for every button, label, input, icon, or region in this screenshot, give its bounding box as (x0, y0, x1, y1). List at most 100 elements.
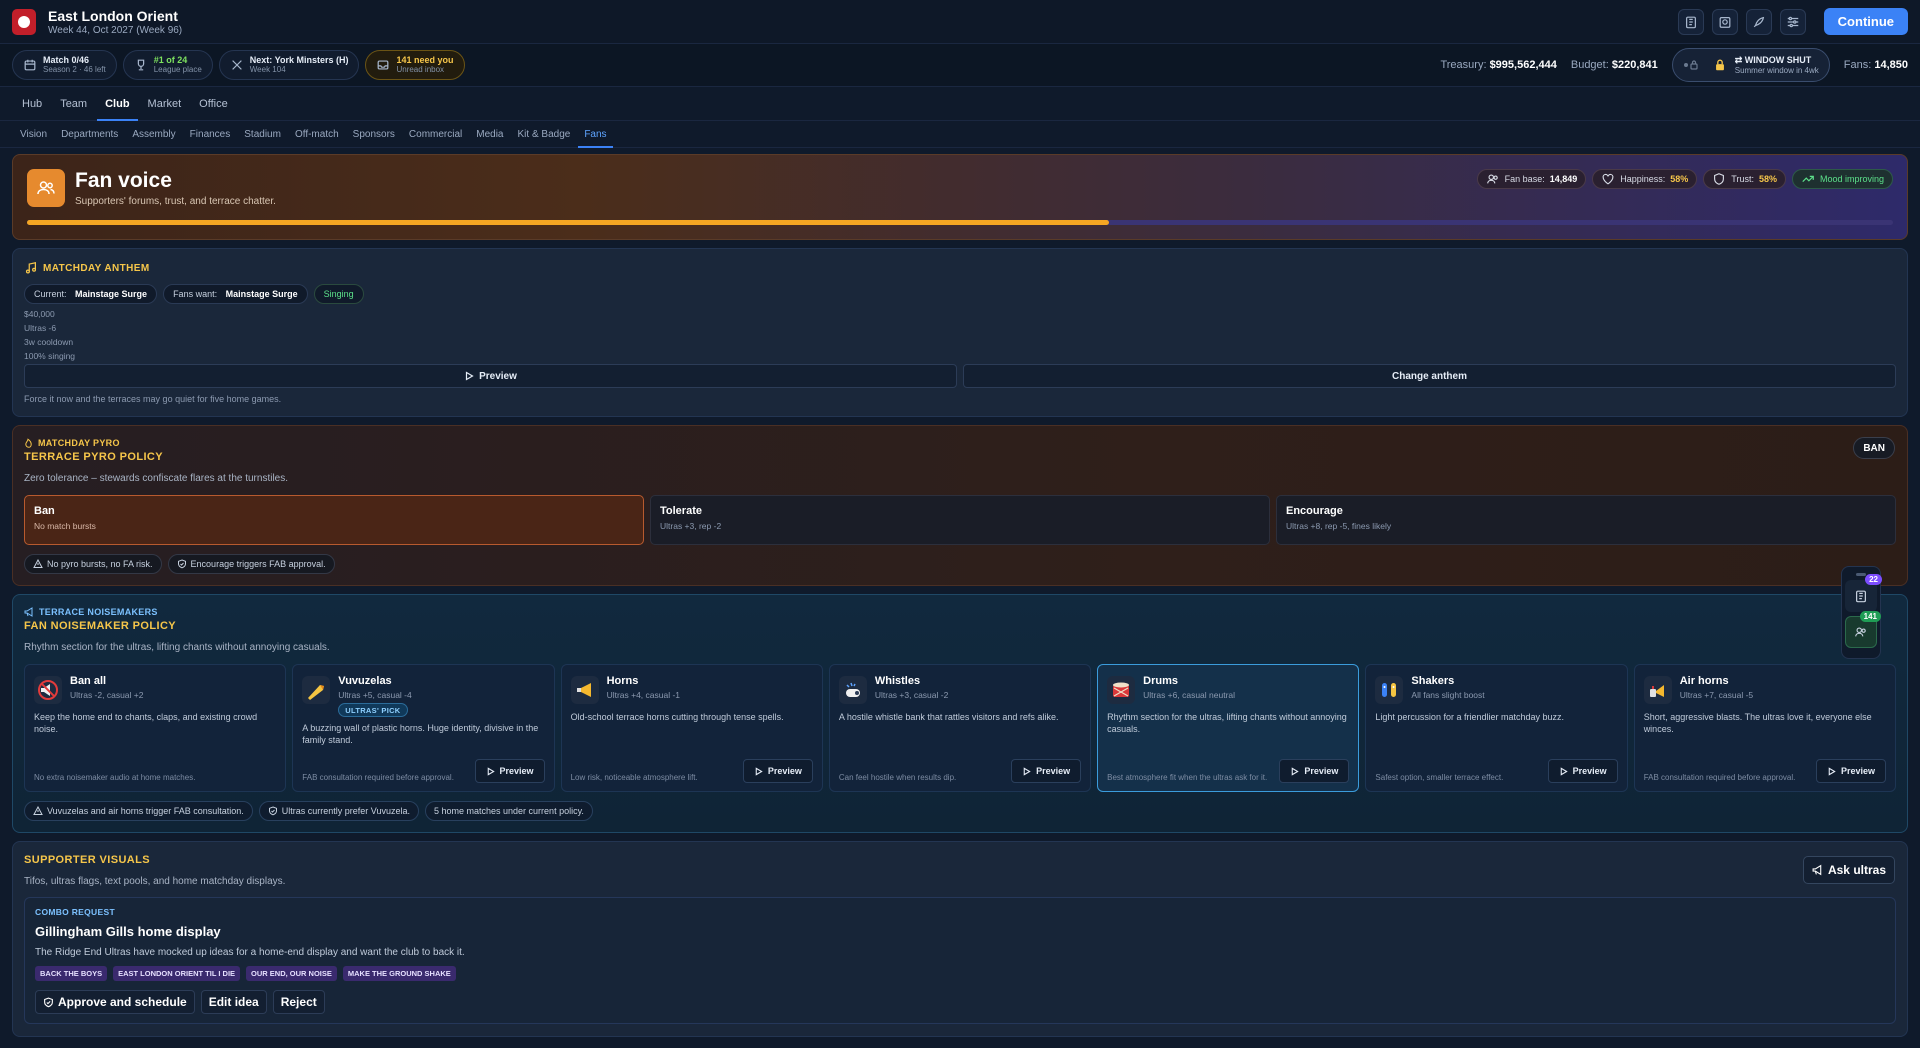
club-crest-icon (12, 8, 36, 35)
top-bar: East London Orient Week 44, Oct 2027 (We… (0, 0, 1920, 44)
noisemaker-card-drums[interactable]: Drums Ultras +6, casual neutral Rhythm se… (1097, 664, 1360, 792)
sliders-icon[interactable] (1779, 8, 1806, 35)
noisemaker-effect: Ultras -2, casual +2 (70, 690, 144, 700)
subtab-sponsors[interactable]: Sponsors (347, 121, 401, 148)
tab-office[interactable]: Office (191, 87, 236, 121)
anthem-details: $40,000 Ultras -6 3w cooldown 100% singi… (24, 307, 1896, 363)
vuvuzelas-preview-button[interactable]: Preview (474, 759, 545, 783)
subtab-departments[interactable]: Departments (55, 121, 124, 148)
league-label: League place (153, 65, 202, 74)
subtab-off-match[interactable]: Off-match (289, 121, 345, 148)
pyro-option-tolerate[interactable]: Tolerate Ultras +3, rep -2 (650, 495, 1270, 545)
noisemaker-card-ban-all[interactable]: Ban all Ultras -2, casual +2 Keep the hom… (24, 664, 287, 792)
play-icon (1560, 766, 1568, 776)
subtab-vision[interactable]: Vision (14, 121, 53, 148)
toggle-lock-icon (1683, 60, 1698, 70)
subtab-stadium[interactable]: Stadium (238, 121, 287, 148)
happiness-progress (27, 220, 1893, 225)
trophy-icon (137, 59, 144, 71)
banner-tag: MAKE THE GROUND SHAKE (342, 966, 456, 981)
subtab-assembly[interactable]: Assembly (126, 121, 181, 148)
trust-stat: Trust: 58% (1703, 169, 1786, 189)
finance-summary: Treasury: $995,562,444 Budget: $220,841 … (1440, 48, 1908, 82)
ask-ultras-button[interactable]: Ask ultras (1802, 856, 1895, 884)
league-chip[interactable]: #1 of 24 League place (122, 50, 213, 80)
match-chip[interactable]: Match 0/46 Season 2 · 46 left (12, 50, 117, 80)
shakers-preview-button[interactable]: Preview (1547, 759, 1618, 783)
subtab-media[interactable]: Media (470, 121, 509, 148)
transfer-window[interactable]: ⇄ WINDOW SHUT Summer window in 4wk (1671, 48, 1830, 82)
approve-schedule-button[interactable]: Approve and schedule (35, 990, 195, 1014)
pyro-option-ban[interactable]: Ban No match bursts (24, 495, 644, 545)
air-horns-preview-button[interactable]: Preview (1815, 759, 1886, 783)
shaker-icon (1375, 676, 1404, 704)
megaphone-icon (24, 607, 33, 617)
users-icon (27, 169, 65, 207)
continue-button[interactable]: Continue (1823, 8, 1908, 35)
subtab-fans[interactable]: Fans (578, 121, 613, 148)
mood-badge: Mood improving (1791, 169, 1893, 189)
noisemaker-name: Horns (606, 675, 639, 687)
banner-tag: OUR END, OUR NOISE (246, 966, 337, 981)
subtab-kit-badge[interactable]: Kit & Badge (512, 121, 577, 148)
league-place: #1 of 24 (153, 55, 188, 65)
flame-icon (25, 438, 32, 448)
anthem-cost: $40,000 (24, 309, 55, 319)
happiness-stat: Happiness: 58% (1592, 169, 1698, 189)
inbox-chip[interactable]: 141 need you Unread inbox (365, 50, 465, 80)
subtab-finances[interactable]: Finances (184, 121, 237, 148)
anthem-cooldown: 3w cooldown (24, 337, 74, 347)
singing-badge: Singing (313, 284, 364, 304)
horns-preview-button[interactable]: Preview (742, 759, 813, 783)
next-match-chip[interactable]: Next: York Minsters (H) Week 104 (218, 50, 360, 80)
pyro-option-encourage[interactable]: Encourage Ultras +8, rep -5, fines likely (1276, 495, 1896, 545)
ban-icon (34, 676, 62, 704)
whistles-preview-button[interactable]: Preview (1011, 759, 1082, 783)
brand: East London Orient Week 44, Oct 2027 (We… (12, 8, 182, 36)
budget: Budget: $220,841 (1570, 59, 1658, 71)
next-match: Next: York Minsters (H) (249, 55, 349, 65)
noisemaker-desc: A hostile whistle bank that rattles visi… (838, 712, 1059, 722)
noisemaker-name: Whistles (874, 675, 921, 687)
tab-hub[interactable]: Hub (14, 87, 50, 121)
edit-idea-button[interactable]: Edit idea (200, 990, 267, 1014)
users-icon (1855, 627, 1866, 637)
drums-preview-button[interactable]: Preview (1279, 759, 1350, 783)
music-icon (25, 261, 37, 274)
subtab-commercial[interactable]: Commercial (403, 121, 468, 148)
anthem-singing: 100% singing (24, 351, 76, 361)
drag-handle[interactable] (1856, 573, 1866, 576)
tab-team[interactable]: Team (52, 87, 95, 121)
combo-title: Gillingham Gills home display (35, 924, 221, 939)
noisemaker-desc: Short, aggressive blasts. The ultras lov… (1643, 712, 1872, 734)
noisemaker-card-vuvuzelas[interactable]: Vuvuzelas Ultras +5, casual -4 ULTRAS' PIC… (292, 664, 555, 792)
clipboard-icon[interactable] (1677, 8, 1704, 35)
fans-button[interactable]: 141 (1845, 611, 1881, 648)
rocket-icon[interactable] (1745, 8, 1772, 35)
sub-nav: Vision Departments Assembly Finances Sta… (0, 121, 1920, 148)
shield-icon (1714, 173, 1725, 185)
pyro-title: TERRACE PYRO POLICY (24, 451, 164, 463)
anthem-preview-button[interactable]: Preview (24, 364, 957, 388)
noisemaker-effect: Ultras +5, casual -4 (338, 690, 412, 700)
noisemaker-effect: Ultras +4, casual -1 (606, 690, 681, 700)
noisemaker-card-horns[interactable]: Horns Ultras +4, casual -1 Old-school ter… (560, 664, 823, 792)
noisemaker-card-whistles[interactable]: Whistles Ultras +3, casual -2 A hostile w… (828, 664, 1092, 792)
change-anthem-button[interactable]: Change anthem (963, 364, 1896, 388)
tasks-button[interactable]: 22 (1845, 574, 1882, 612)
calendar-icon (24, 59, 36, 71)
top-actions: Continue (1677, 8, 1908, 35)
noisemaker-card-shakers[interactable]: Shakers All fans slight boost Light percu… (1365, 664, 1628, 792)
tab-club[interactable]: Club (97, 87, 139, 121)
play-icon (465, 371, 474, 381)
anthem-heading: MATCHDAY ANTHEM (24, 261, 1896, 275)
building-icon[interactable] (1711, 8, 1738, 35)
wanted-anthem: Fans want: Mainstage Surge (163, 284, 308, 304)
tab-market[interactable]: Market (140, 87, 190, 121)
reject-button[interactable]: Reject (272, 990, 325, 1014)
inbox-label: Unread inbox (396, 65, 445, 74)
noisemaker-card-air-horns[interactable]: Air horns Ultras +7, casual -5 Short, agg… (1633, 664, 1896, 792)
clipboard-icon (1856, 590, 1866, 603)
shield-check-icon (177, 559, 186, 569)
next-match-week: Week 104 (249, 65, 286, 74)
